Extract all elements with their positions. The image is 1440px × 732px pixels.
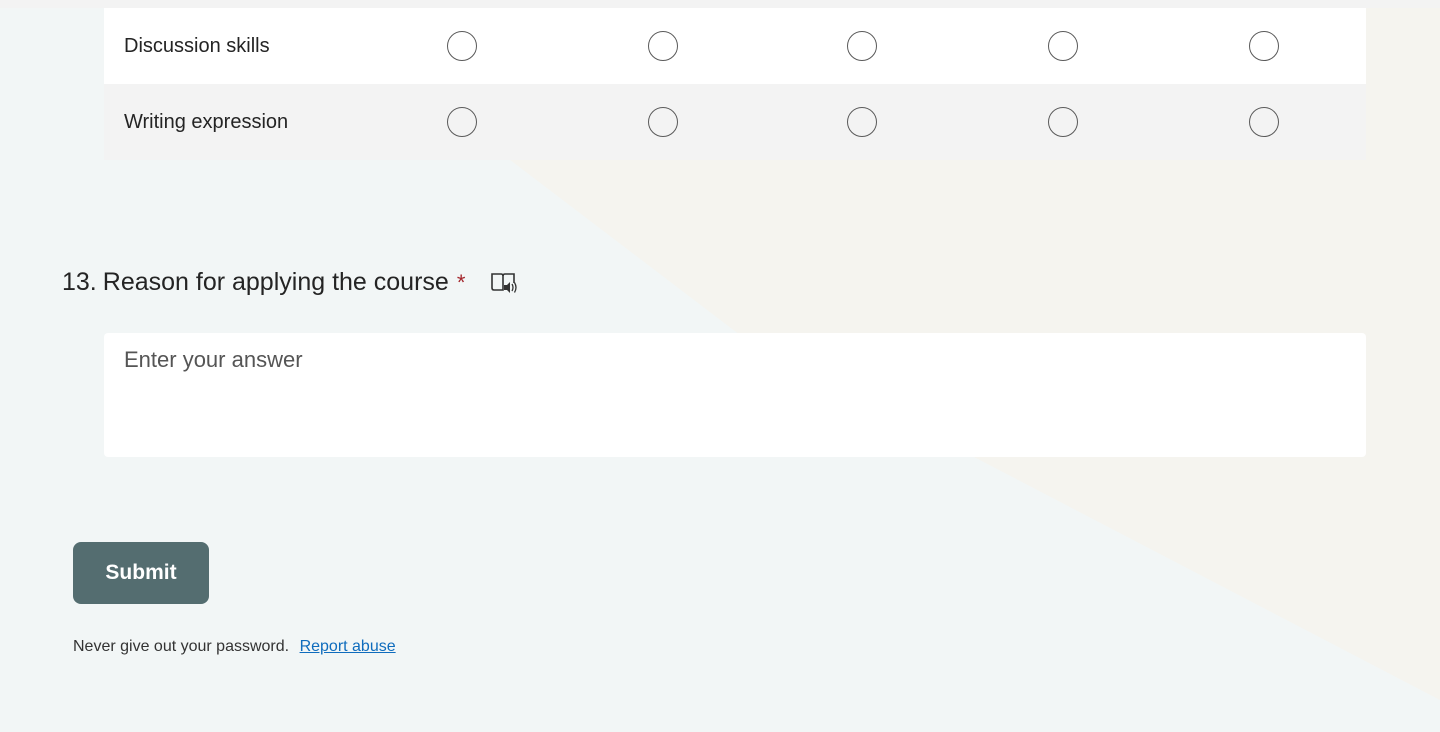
answer-input[interactable] bbox=[104, 333, 1366, 457]
radio-option[interactable] bbox=[648, 107, 678, 137]
report-abuse-link[interactable]: Report abuse bbox=[300, 638, 396, 655]
matrix-row-writing-expression: Writing expression bbox=[104, 84, 1366, 160]
password-notice: Never give out your password. bbox=[73, 638, 290, 655]
radio-option[interactable] bbox=[847, 31, 877, 61]
footer: Never give out your password. Report abu… bbox=[73, 638, 396, 656]
matrix-row-discussion-skills: Discussion skills bbox=[104, 8, 1366, 84]
question-number: 13. bbox=[62, 268, 97, 296]
question-text: Reason for applying the course bbox=[102, 268, 449, 296]
radio-option[interactable] bbox=[648, 31, 678, 61]
likert-matrix: Discussion skills Writing expression bbox=[104, 8, 1366, 160]
radio-option[interactable] bbox=[1048, 31, 1078, 61]
matrix-row-label: Writing expression bbox=[124, 110, 289, 133]
radio-option[interactable] bbox=[1249, 107, 1279, 137]
radio-option[interactable] bbox=[447, 107, 477, 137]
radio-option[interactable] bbox=[1249, 31, 1279, 61]
submit-button[interactable]: Submit bbox=[73, 542, 209, 604]
question-title: 13. Reason for applying the course * bbox=[62, 268, 519, 297]
radio-option[interactable] bbox=[847, 107, 877, 137]
radio-option[interactable] bbox=[447, 31, 477, 61]
required-asterisk: * bbox=[456, 269, 466, 295]
radio-option[interactable] bbox=[1048, 107, 1078, 137]
answer-field bbox=[104, 333, 1366, 457]
matrix-row-label: Discussion skills bbox=[124, 34, 270, 57]
immersive-reader-icon[interactable] bbox=[489, 269, 519, 297]
